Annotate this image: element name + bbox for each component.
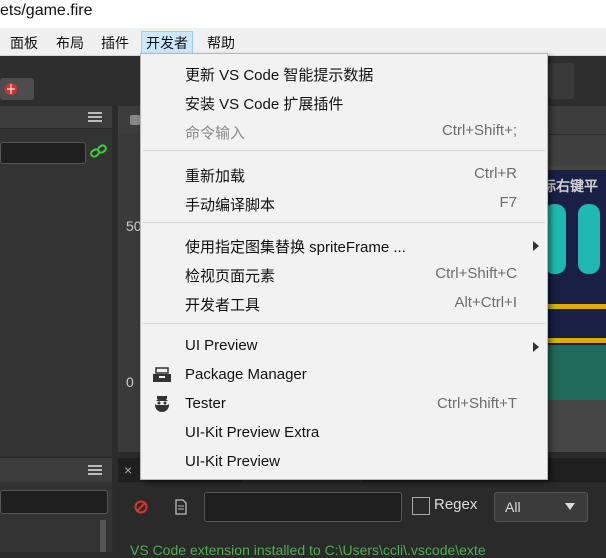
regex-checkbox[interactable] — [412, 497, 430, 515]
menu-developer[interactable]: 开发者 — [141, 31, 193, 55]
menu-item-shortcut: F7 — [499, 194, 517, 211]
submenu-arrow-icon — [533, 342, 539, 352]
scrollbar[interactable] — [100, 520, 106, 552]
assets-search-input[interactable] — [0, 490, 108, 514]
menu-item-command-input: 命令输入 Ctrl+Shift+; — [141, 117, 547, 145]
menu-item-package-manager[interactable]: Package Manager — [141, 361, 547, 389]
ruler-vertical — [118, 134, 140, 452]
package-icon — [153, 367, 171, 382]
menu-item-label: UI-Kit Preview Extra — [185, 424, 320, 441]
menu-plugins[interactable]: 插件 — [97, 32, 133, 54]
menu-separator — [143, 150, 545, 151]
game-preview — [538, 170, 606, 400]
menu-item-label: UI Preview — [185, 337, 258, 354]
preview-bar — [538, 338, 606, 343]
log-level-value: All — [505, 499, 521, 515]
panel-header — [0, 458, 112, 482]
menu-item-shortcut: Ctrl+Shift+; — [441, 122, 517, 139]
menu-layout[interactable]: 布局 — [52, 32, 88, 54]
toolbar-right-button[interactable] — [548, 63, 574, 99]
file-icon[interactable] — [174, 499, 188, 515]
menu-item-label: 命令输入 — [185, 125, 246, 142]
menu-item-reload[interactable]: 重新加载 Ctrl+R — [141, 160, 547, 188]
menu-item-label: Tester — [185, 395, 226, 412]
search-input[interactable] — [0, 142, 86, 164]
link-icon[interactable] — [90, 144, 108, 160]
menu-item-shortcut: Ctrl+Shift+C — [435, 265, 517, 282]
menu-item-tester[interactable]: Tester Ctrl+Shift+T — [141, 390, 547, 418]
window-title: ets/game.fire — [0, 2, 93, 19]
regex-label: Regex — [434, 496, 478, 513]
preview-bar — [538, 304, 606, 309]
menu-item-ui-kit-preview-extra[interactable]: UI-Kit Preview Extra — [141, 419, 547, 447]
developer-menu: 更新 VS Code 智能提示数据 安装 VS Code 扩展插件 命令输入 C… — [140, 53, 548, 480]
menu-item-label: 手动编译脚本 — [185, 197, 276, 214]
console-log-line: VS Code extension installed to C:\Users\… — [130, 542, 486, 558]
preview-shape — [578, 204, 600, 274]
toolbar-button[interactable] — [0, 78, 34, 100]
menu-item-inspect-element[interactable]: 检视页面元素 Ctrl+Shift+C — [141, 260, 547, 288]
menu-panel[interactable]: 面板 — [6, 32, 42, 54]
menu-icon[interactable] — [88, 112, 102, 123]
menu-item-update-vscode-intellisense[interactable]: 更新 VS Code 智能提示数据 — [141, 59, 547, 87]
ruler-label-0: 0 — [126, 374, 134, 390]
hierarchy-panel — [0, 106, 112, 456]
close-icon[interactable]: × — [124, 463, 138, 477]
menu-item-shortcut: Ctrl+R — [474, 165, 517, 182]
menu-item-install-vscode-extension[interactable]: 安装 VS Code 扩展插件 — [141, 88, 547, 116]
menu-item-label: UI-Kit Preview — [185, 453, 281, 470]
menu-item-label: 更新 VS Code 智能提示数据 — [185, 67, 374, 84]
menu-separator — [143, 222, 545, 223]
chevron-down-icon — [565, 503, 575, 510]
window-titlebar: ets/game.fire — [0, 0, 606, 28]
menu-icon[interactable] — [88, 465, 102, 476]
menu-item-ui-preview[interactable]: UI Preview — [141, 332, 547, 360]
menu-item-compile-scripts[interactable]: 手动编译脚本 F7 — [141, 189, 547, 217]
lock-icon[interactable] — [130, 115, 140, 125]
menu-item-label: Package Manager — [185, 366, 307, 383]
menubar: 面板 布局 插件 开发者 帮助 — [0, 28, 606, 56]
log-level-select[interactable]: All — [494, 492, 588, 522]
tester-icon — [155, 396, 169, 412]
preview-ground — [538, 345, 606, 400]
menu-item-shortcut: Ctrl+Shift+T — [436, 395, 517, 412]
menu-item-label: 安装 VS Code 扩展插件 — [185, 96, 344, 113]
assets-panel — [0, 458, 112, 552]
menu-item-replace-spriteframe[interactable]: 使用指定图集替换 spriteFrame ... — [141, 231, 547, 259]
menu-item-developer-tools[interactable]: 开发者工具 Alt+Ctrl+I — [141, 289, 547, 317]
menu-item-ui-kit-preview[interactable]: UI-Kit Preview — [141, 448, 547, 476]
menu-item-shortcut: Alt+Ctrl+I — [454, 294, 517, 311]
scene-overlay-text: 标右键平 — [542, 178, 598, 194]
clear-icon[interactable] — [134, 500, 148, 514]
globe-icon — [5, 83, 17, 95]
console-filter-input[interactable] — [204, 492, 402, 522]
menu-separator — [143, 323, 545, 324]
menu-item-label: 使用指定图集替换 spriteFrame ... — [185, 239, 406, 256]
menu-item-label: 开发者工具 — [185, 297, 261, 314]
panel-header — [0, 106, 112, 129]
menu-item-label: 检视页面元素 — [185, 268, 276, 285]
menu-help[interactable]: 帮助 — [203, 32, 239, 54]
menu-item-label: 重新加载 — [185, 168, 246, 185]
submenu-arrow-icon — [533, 241, 539, 251]
